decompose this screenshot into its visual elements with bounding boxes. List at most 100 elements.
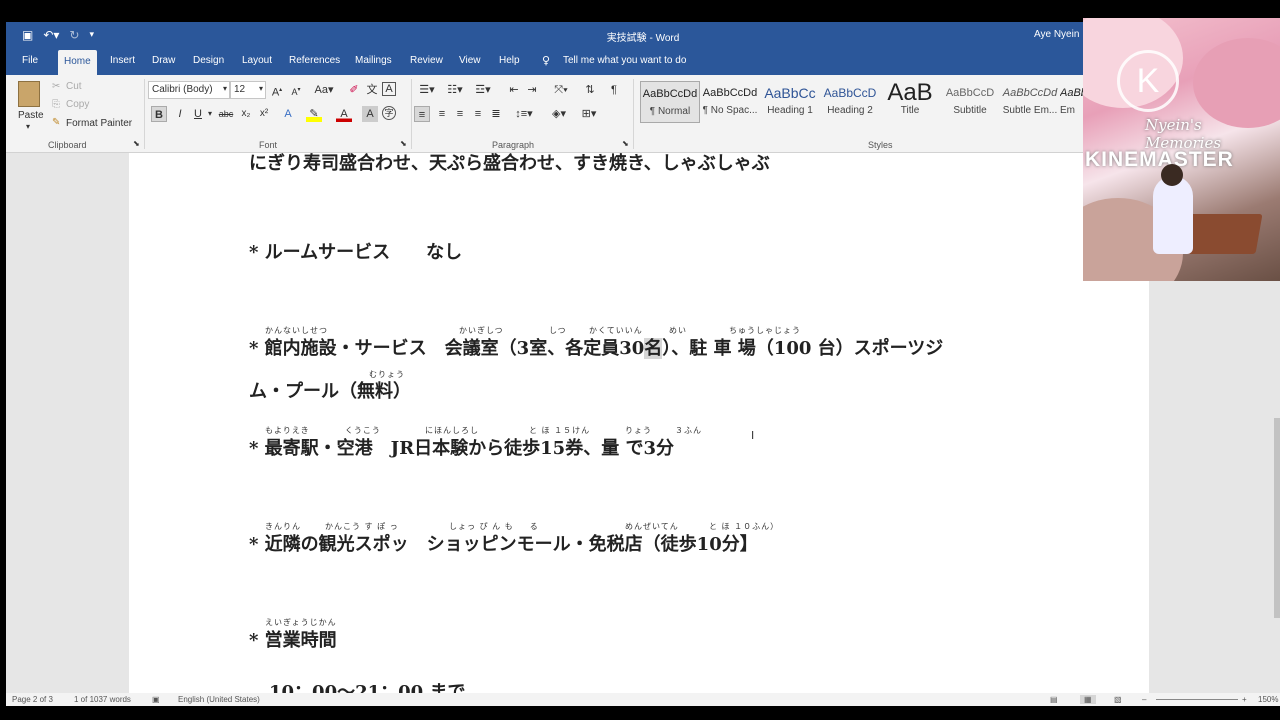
tab-file[interactable]: File — [22, 55, 38, 66]
zoom-in-icon[interactable]: + — [1242, 695, 1247, 704]
doc-line-sightseeing: * 近隣の観光スポッ ショッピンモール・免税店（徒歩10分】 — [249, 534, 758, 555]
tab-home[interactable]: Home — [58, 50, 97, 75]
style-subtitle[interactable]: AaBbCcD Subtitle — [940, 81, 1000, 123]
tab-layout[interactable]: Layout — [242, 55, 272, 66]
justify-button[interactable]: ≡ — [470, 106, 486, 122]
align-center-button[interactable]: ≡ — [434, 106, 450, 122]
style-name: Em — [1060, 105, 1075, 116]
align-right-button[interactable]: ≡ — [452, 106, 468, 122]
superscript-button[interactable]: x² — [256, 106, 272, 122]
doc-line-facilities: * 館内施設・サービス 会議室（3室、各定員30名）、駐 車 場（100 台）ス… — [249, 334, 943, 360]
style-name: Heading 1 — [767, 105, 813, 116]
grow-font-icon[interactable]: A▴ — [269, 82, 285, 99]
shrink-font-icon[interactable]: A▾ — [288, 82, 304, 98]
align-left-button[interactable]: ≡ — [414, 106, 430, 122]
style-name: ¶ Normal — [649, 106, 691, 117]
copy-button[interactable]: Copy — [66, 99, 89, 110]
clear-formatting-icon[interactable]: ✐ — [346, 82, 362, 98]
asian-layout-icon[interactable]: ⤧▾ — [550, 82, 572, 98]
clipboard-group-label: Clipboard — [48, 140, 87, 150]
character-shading-icon[interactable]: A — [362, 106, 378, 122]
copy-icon: ⎘ — [52, 99, 60, 110]
paste-icon[interactable] — [18, 81, 40, 107]
subscript-button[interactable]: x₂ — [238, 106, 254, 122]
show-formatting-icon[interactable]: ¶ — [606, 82, 622, 98]
strikethrough-button[interactable]: abc — [216, 106, 236, 122]
font-color-icon[interactable]: A — [336, 106, 352, 122]
read-mode-icon[interactable]: ▤ — [1050, 695, 1058, 704]
font-name-box[interactable]: Calibri (Body) ▾ — [148, 81, 230, 99]
zoom-out-icon[interactable]: – — [1142, 695, 1146, 704]
style-emphasis[interactable]: AaBb Em — [1060, 81, 1084, 123]
cut-button[interactable]: Cut — [66, 81, 82, 92]
shading-icon[interactable]: ◈▾ — [548, 106, 570, 122]
phonetic-guide-icon[interactable]: 文 — [364, 82, 380, 98]
text-effects-icon[interactable]: A — [280, 106, 296, 122]
font-launcher-icon[interactable]: ⬊ — [400, 139, 407, 148]
change-case-icon[interactable]: Aa▾ — [312, 82, 336, 98]
line-spacing-icon[interactable]: ↕≡▾ — [512, 106, 536, 122]
enclosed-character-icon[interactable]: 字 — [382, 106, 396, 120]
enclose-characters-icon[interactable]: A — [382, 82, 396, 96]
zoom-slider[interactable] — [1156, 699, 1238, 700]
group-separator — [144, 79, 145, 149]
bold-button[interactable]: B — [151, 106, 167, 122]
scrollbar-thumb[interactable] — [1274, 418, 1280, 618]
web-layout-icon[interactable]: ▧ — [1114, 695, 1122, 704]
tab-help[interactable]: Help — [499, 55, 520, 66]
format-painter-button[interactable]: Format Painter — [66, 118, 132, 129]
ruby-text: ３ふん — [675, 426, 702, 435]
doc-line-menu: にぎり寿司盛合わせ、天ぷら盛合わせ、すき焼き、しゃぶしゃぶ — [249, 153, 770, 174]
paste-dropdown-icon[interactable]: ▾ — [26, 122, 30, 131]
style-name: Title — [900, 105, 920, 116]
style-preview: AaBbCcDd — [702, 87, 758, 99]
tab-view[interactable]: View — [459, 55, 481, 66]
word-count[interactable]: 1 of 1037 words — [74, 695, 131, 704]
doc-line-hours: 10：00～21：00 まで — [269, 682, 466, 693]
tab-references[interactable]: References — [289, 55, 340, 66]
clipboard-launcher-icon[interactable]: ⬊ — [133, 139, 140, 148]
zoom-level[interactable]: 150% — [1258, 695, 1278, 704]
style-name: ¶ No Spac... — [702, 105, 758, 116]
borders-icon[interactable]: ⊞▾ — [578, 106, 600, 122]
page-count[interactable]: Page 2 of 3 — [12, 695, 53, 704]
font-size-value: 12 — [234, 84, 246, 95]
style-heading-1[interactable]: AaBbCc Heading 1 — [760, 81, 820, 123]
highlight-icon[interactable]: ✎ — [306, 106, 322, 122]
tab-mailings[interactable]: Mailings — [355, 55, 392, 66]
style-subtle-emphasis[interactable]: AaBbCcDd Subtle Em... — [1000, 81, 1060, 123]
paragraph-launcher-icon[interactable]: ⬊ — [622, 139, 629, 148]
paragraph-group-label: Paragraph — [492, 140, 535, 150]
style-heading-2[interactable]: AaBbCcD Heading 2 — [820, 81, 880, 123]
distributed-button[interactable]: ≣ — [488, 106, 504, 122]
font-size-box[interactable]: 12 ▾ — [230, 81, 266, 99]
tell-me-search[interactable]: Tell me what you want to do — [563, 55, 686, 66]
document-page[interactable]: にぎり寿司盛合わせ、天ぷら盛合わせ、すき焼き、しゃぶしゃぶ * ルームサービス … — [129, 153, 1149, 693]
style-normal[interactable]: AaBbCcDd ¶ Normal — [640, 81, 700, 123]
decrease-indent-icon[interactable]: ⇤ — [506, 82, 522, 98]
group-separator — [411, 79, 412, 149]
proofing-icon[interactable]: ▣ — [152, 695, 160, 704]
tab-draw[interactable]: Draw — [152, 55, 175, 66]
style-preview: AaBbCcD — [823, 86, 877, 100]
print-layout-icon[interactable]: ▦ — [1080, 695, 1096, 704]
style-name: Subtle Em... — [1002, 105, 1058, 116]
multilevel-list-icon[interactable]: ☲▾ — [472, 82, 494, 98]
paste-button[interactable]: Paste — [18, 110, 44, 121]
tab-design[interactable]: Design — [193, 55, 224, 66]
tab-review[interactable]: Review — [410, 55, 443, 66]
style-title[interactable]: AaB Title — [880, 81, 940, 123]
style-name: Subtitle — [953, 105, 987, 116]
style-no-spacing[interactable]: AaBbCcDd ¶ No Spac... — [700, 81, 760, 123]
cut-icon: ✂ — [52, 81, 61, 92]
tab-insert[interactable]: Insert — [110, 55, 135, 66]
bullets-icon[interactable]: ☰▾ — [416, 82, 438, 98]
numbering-icon[interactable]: ☷▾ — [444, 82, 466, 98]
doc-line-station: * 最寄駅・空港 JR日本験から徒歩15券、量 で3分 — [249, 438, 674, 459]
sort-icon[interactable]: ⇅ — [582, 82, 598, 98]
increase-indent-icon[interactable]: ⇥ — [524, 82, 540, 98]
language-status[interactable]: English (United States) — [178, 695, 260, 704]
style-preview: AaBbCcDd — [642, 88, 698, 100]
italic-button[interactable]: I — [172, 106, 188, 122]
user-name[interactable]: Aye Nyein — [1034, 29, 1079, 40]
